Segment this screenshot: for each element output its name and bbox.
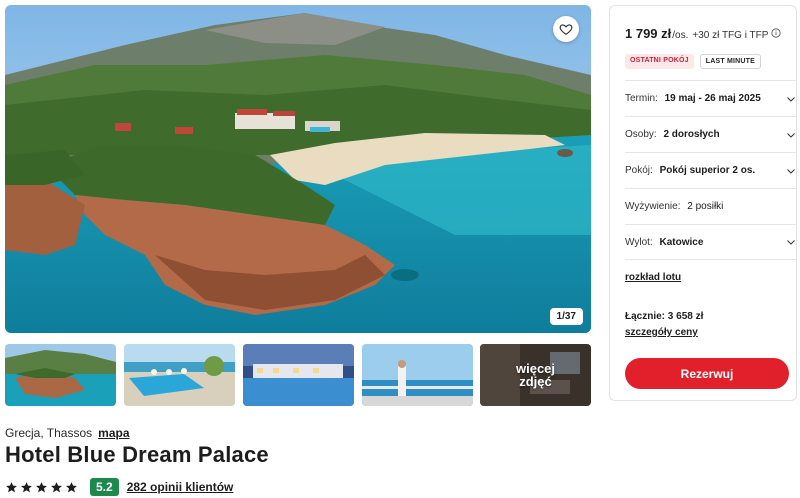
booking-panel: 1 799 zł /os. +30 zł TFG i TFP OSTATNI P… — [609, 5, 797, 401]
map-link[interactable]: mapa — [98, 426, 129, 440]
star-icon — [36, 481, 47, 492]
main-photo-image — [5, 5, 591, 333]
price: 1 799 zł — [625, 26, 672, 41]
persons-value: 2 dorosłych — [663, 129, 720, 140]
thumbnail-strip: więcej zdjęć — [5, 344, 591, 406]
more-photos-button[interactable]: więcej zdjęć — [480, 344, 591, 406]
more-photos-label: więcej zdjęć — [480, 344, 591, 406]
chevron-down-icon — [785, 93, 797, 105]
reviews-link[interactable]: 282 opinii klientów — [127, 480, 234, 494]
persons-label: Osoby: — [625, 129, 657, 140]
thumbnail-1[interactable] — [5, 344, 116, 406]
thumbnail-image — [5, 344, 116, 406]
chevron-down-icon — [785, 236, 797, 248]
room-row-text: Pokój: Pokój superior 2 os. — [625, 165, 755, 176]
departure-row-text: Wylot: Katowice — [625, 237, 703, 248]
thumbnail-4[interactable] — [362, 344, 473, 406]
price-details-link[interactable]: szczegóły ceny — [625, 327, 698, 338]
booking-options: Termin: 19 maj - 26 maj 2025 Osoby: 2 do… — [625, 80, 797, 260]
main-photo[interactable]: 1/37 — [5, 5, 591, 333]
board-label: Wyżywienie: — [625, 201, 681, 212]
last-room-badge: OSTATNI POKÓJ — [625, 54, 694, 69]
extra-fees: +30 zł TFG i TFP — [692, 30, 769, 41]
thumbnail-2[interactable] — [124, 344, 235, 406]
photo-counter: 1/37 — [549, 308, 583, 325]
departure-label: Wylot: — [625, 236, 653, 248]
favorite-button[interactable] — [553, 16, 579, 42]
date-value: 19 maj - 26 maj 2025 — [664, 93, 761, 104]
hotel-name: Hotel Blue Dream Palace — [5, 442, 269, 467]
departure-value: Katowice — [659, 236, 704, 248]
room-label: Pokój: — [625, 165, 653, 176]
rating-row: 5.2 282 opinii klientów — [5, 478, 233, 496]
star-icon — [51, 481, 62, 492]
more-photos-line2: zdjęć — [519, 374, 552, 389]
room-selector[interactable]: Pokój: Pokój superior 2 os. — [625, 152, 797, 188]
star-icon — [66, 481, 77, 492]
chevron-down-icon — [785, 129, 797, 141]
date-selector[interactable]: Termin: 19 maj - 26 maj 2025 — [625, 80, 797, 116]
date-row-text: Termin: 19 maj - 26 maj 2025 — [625, 93, 761, 104]
persons-selector[interactable]: Osoby: 2 dorosłych — [625, 116, 797, 152]
total-price: Łącznie: 3 658 zł — [625, 311, 704, 322]
location-text: Grecja, Thassos — [5, 426, 93, 440]
book-button[interactable]: Rezerwuj — [625, 358, 789, 389]
board-value: 2 posiłki — [687, 201, 724, 212]
date-label: Termin: — [625, 93, 658, 104]
thumbnail-3[interactable] — [243, 344, 354, 406]
chevron-down-icon — [785, 165, 797, 177]
hotel-stars — [5, 481, 78, 494]
flight-schedule-link[interactable]: rozkład lotu — [625, 272, 681, 283]
board-info: Wyżywienie: 2 posiłki — [625, 188, 797, 224]
room-value: Pokój superior 2 os. — [659, 165, 756, 176]
thumbnail-image — [243, 344, 354, 406]
star-icon — [6, 481, 17, 492]
price-line: 1 799 zł /os. +30 zł TFG i TFP — [625, 26, 782, 41]
thumbnail-image — [124, 344, 235, 406]
persons-row-text: Osoby: 2 dorosłych — [625, 129, 720, 140]
departure-selector[interactable]: Wylot: Katowice — [625, 224, 797, 260]
star-icon — [21, 481, 32, 492]
heart-icon — [559, 24, 573, 35]
info-icon[interactable] — [771, 28, 782, 38]
rating-score: 5.2 — [90, 478, 119, 496]
last-minute-badge: LAST MINUTE — [699, 54, 761, 69]
offer-badges: OSTATNI POKÓJ LAST MINUTE — [625, 54, 761, 69]
thumbnail-image — [362, 344, 473, 406]
per-person: /os. — [672, 30, 689, 41]
board-row-text: Wyżywienie: 2 posiłki — [625, 201, 723, 212]
hotel-location: Grecja, Thassos mapa — [5, 426, 130, 440]
